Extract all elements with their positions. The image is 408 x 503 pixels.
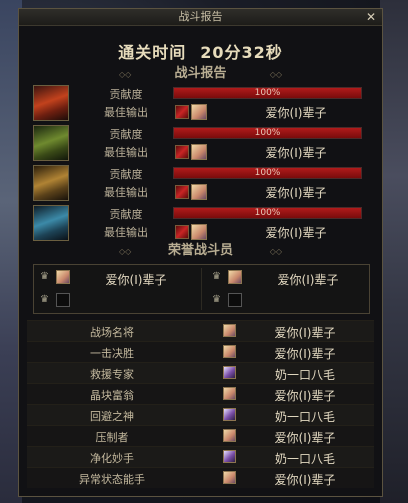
honor-member-name: 爱你(I)辈子 bbox=[105, 273, 167, 287]
window-title: 战斗报告 bbox=[178, 10, 223, 23]
contribution-value: 100% bbox=[254, 88, 281, 98]
contribution-label: 贡献度 bbox=[109, 208, 143, 221]
best-output-label: 最佳输出 bbox=[104, 226, 148, 239]
award-title: 压制者 bbox=[95, 431, 129, 444]
window-titlebar[interactable]: 战斗报告 ✕ bbox=[19, 9, 382, 26]
honor-members-header: 荣誉战斗员 bbox=[119, 243, 282, 260]
award-winner-name: 奶一口八毛 bbox=[274, 452, 335, 466]
red-helmet-portrait-icon bbox=[33, 85, 69, 121]
contribution-label: 贡献度 bbox=[109, 168, 143, 181]
character-avatar-icon bbox=[191, 224, 207, 240]
sword-skill-icon bbox=[175, 225, 189, 239]
character-avatar-icon bbox=[223, 429, 236, 442]
award-title: 一击决胜 bbox=[90, 347, 134, 360]
honor-members-panel: ♛ 爱你(I)辈子 ♛ 爱你(I)辈子 ♛ ♛ bbox=[33, 264, 370, 314]
crown-icon: ♛ bbox=[40, 294, 49, 305]
award-row: 救援专家 奶一口八毛 bbox=[27, 362, 374, 383]
player-row: 贡献度 100% 最佳输出 爱你(I)辈子 bbox=[31, 85, 374, 123]
best-output-label: 最佳输出 bbox=[104, 146, 148, 159]
honor-member[interactable]: ♛ 爱你(I)辈子 bbox=[206, 268, 366, 288]
contribution-bar: 100% bbox=[173, 167, 362, 179]
award-title: 战场名将 bbox=[90, 326, 134, 339]
game-background-right bbox=[380, 0, 408, 503]
contribution-label: 贡献度 bbox=[109, 88, 143, 101]
close-icon[interactable]: ✕ bbox=[364, 10, 378, 24]
character-avatar-icon bbox=[223, 345, 236, 358]
sword-skill-icon bbox=[175, 145, 189, 159]
best-output-name: 爱你(I)辈子 bbox=[265, 146, 327, 160]
character-avatar-icon bbox=[223, 471, 236, 484]
green-helmet-portrait-icon bbox=[33, 125, 69, 161]
best-output-name: 爱你(I)辈子 bbox=[265, 106, 327, 120]
gold-helmet-portrait-icon bbox=[33, 165, 69, 201]
award-row: 战场名将 爱你(I)辈子 bbox=[27, 320, 374, 341]
contribution-bar: 100% bbox=[173, 87, 362, 99]
award-winner-name: 爱你(I)辈子 bbox=[274, 431, 336, 445]
award-row: 压制者 爱你(I)辈子 bbox=[27, 425, 374, 446]
best-output-label: 最佳输出 bbox=[104, 106, 148, 119]
character-avatar-icon bbox=[223, 408, 236, 421]
crown-icon: ♛ bbox=[212, 271, 221, 282]
award-title: 晶块富翁 bbox=[90, 389, 134, 402]
honor-member[interactable]: ♛ bbox=[34, 291, 194, 311]
crown-icon: ♛ bbox=[212, 294, 221, 305]
awards-list: 战场名将 爱你(I)辈子 一击决胜 爱你(I)辈子 救援专家 奶一口八毛 晶块富… bbox=[27, 320, 374, 488]
player-row: 贡献度 100% 最佳输出 爱你(I)辈子 bbox=[31, 205, 374, 243]
sword-skill-icon bbox=[175, 185, 189, 199]
honor-member[interactable]: ♛ 爱你(I)辈子 bbox=[34, 268, 194, 288]
player-row: 贡献度 100% 最佳输出 爱你(I)辈子 bbox=[31, 165, 374, 203]
sword-skill-icon bbox=[175, 105, 189, 119]
clear-time: 通关时间 20分32秒 bbox=[19, 39, 382, 63]
award-winner-name: 奶一口八毛 bbox=[274, 410, 335, 424]
character-avatar-icon bbox=[191, 184, 207, 200]
award-row: 一击决胜 爱你(I)辈子 bbox=[27, 341, 374, 362]
contribution-value: 100% bbox=[254, 168, 281, 178]
clear-time-value: 20分32秒 bbox=[200, 43, 283, 62]
best-output-name: 爱你(I)辈子 bbox=[265, 186, 327, 200]
award-winner-name: 爱你(I)辈子 bbox=[274, 389, 336, 403]
contribution-label: 贡献度 bbox=[109, 128, 143, 141]
honor-avatar-empty-icon bbox=[228, 293, 242, 307]
character-avatar-icon bbox=[223, 366, 236, 379]
award-winner-name: 爱你(I)辈子 bbox=[274, 347, 336, 361]
award-winner-name: 爱你(I)辈子 bbox=[274, 326, 336, 340]
battle-report-header: 战斗报告 bbox=[119, 66, 282, 83]
award-row: 净化妙手 奶一口八毛 bbox=[27, 446, 374, 467]
contribution-bar: 100% bbox=[173, 207, 362, 219]
award-title: 异常状态能手 bbox=[79, 473, 145, 486]
clear-time-label: 通关时间 bbox=[118, 43, 187, 62]
character-avatar-icon bbox=[223, 387, 236, 400]
character-avatar-icon bbox=[223, 324, 236, 337]
character-avatar-icon bbox=[223, 450, 236, 463]
award-title: 回避之神 bbox=[90, 410, 134, 423]
character-avatar-icon bbox=[191, 144, 207, 160]
player-row: 贡献度 100% 最佳输出 爱你(I)辈子 bbox=[31, 125, 374, 163]
award-row: 晶块富翁 爱你(I)辈子 bbox=[27, 383, 374, 404]
contribution-value: 100% bbox=[254, 208, 281, 218]
best-output-label: 最佳输出 bbox=[104, 186, 148, 199]
battle-report-window: 战斗报告 ✕ 通关时间 20分32秒 战斗报告 贡献度 100% 最佳输出 爱你(… bbox=[18, 8, 383, 497]
award-title: 救援专家 bbox=[90, 368, 134, 381]
contribution-bar: 100% bbox=[173, 127, 362, 139]
award-row: 回避之神 奶一口八毛 bbox=[27, 404, 374, 425]
honor-member[interactable]: ♛ bbox=[206, 291, 366, 311]
honor-divider bbox=[201, 268, 202, 310]
crown-icon: ♛ bbox=[40, 271, 49, 282]
contribution-value: 100% bbox=[254, 128, 281, 138]
award-winner-name: 爱你(I)辈子 bbox=[274, 473, 336, 487]
blue-helmet-portrait-icon bbox=[33, 205, 69, 241]
honor-member-name: 爱你(I)辈子 bbox=[277, 273, 339, 287]
award-title: 净化妙手 bbox=[90, 452, 134, 465]
award-row: 异常状态能手 爱你(I)辈子 bbox=[27, 467, 374, 488]
honor-avatar-empty-icon bbox=[56, 293, 70, 307]
best-output-name: 爱你(I)辈子 bbox=[265, 226, 327, 240]
honor-avatar-icon bbox=[56, 270, 70, 284]
award-winner-name: 奶一口八毛 bbox=[274, 368, 335, 382]
character-avatar-icon bbox=[191, 104, 207, 120]
honor-avatar-icon bbox=[228, 270, 242, 284]
